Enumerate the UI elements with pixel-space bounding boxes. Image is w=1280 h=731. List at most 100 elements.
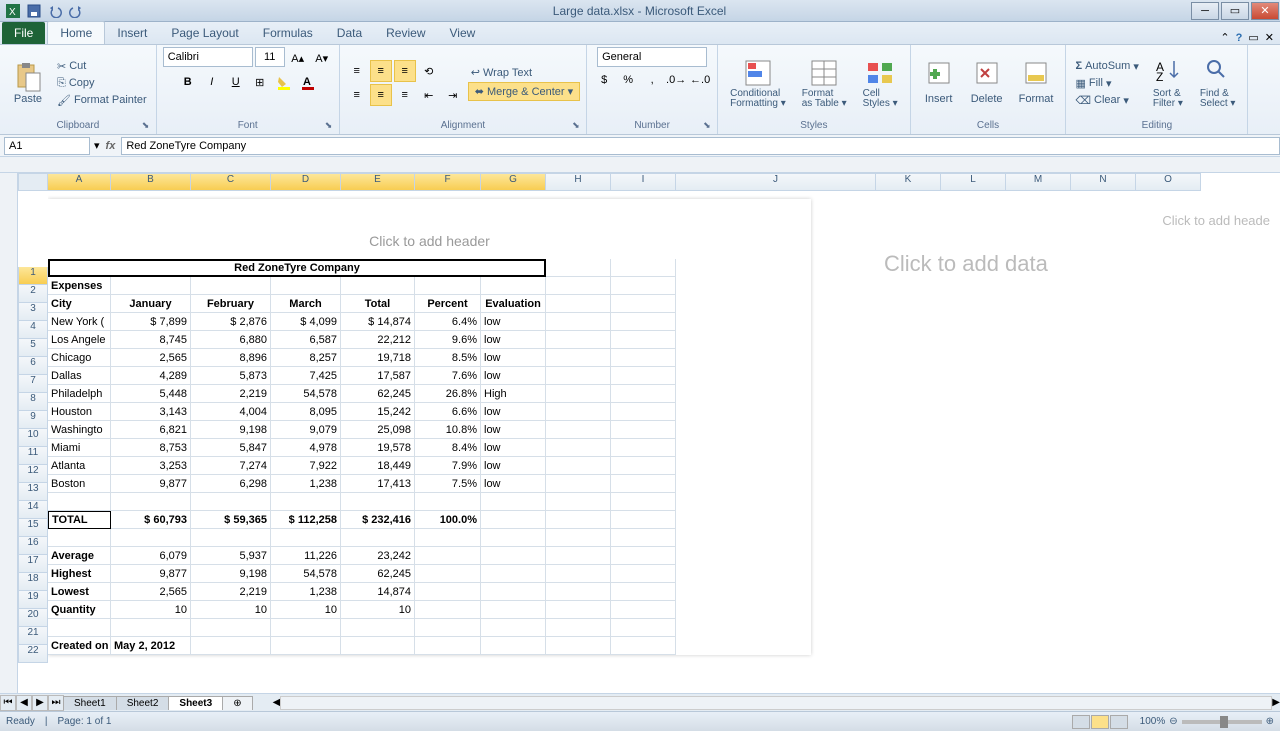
format-as-table-button[interactable]: Formatas Table ▾	[796, 55, 853, 111]
cell[interactable]	[546, 439, 611, 457]
cell[interactable]	[191, 637, 271, 655]
row-header-3[interactable]: 3	[18, 303, 48, 321]
increase-font-icon[interactable]: A▴	[287, 47, 309, 69]
cell[interactable]	[481, 493, 546, 511]
name-box[interactable]	[4, 137, 90, 155]
cell[interactable]: 8,257	[271, 349, 341, 367]
italic-button[interactable]: I	[201, 71, 223, 93]
cell[interactable]	[271, 619, 341, 637]
cell[interactable]: 6,587	[271, 331, 341, 349]
cell[interactable]: Atlanta	[48, 457, 111, 475]
cell[interactable]	[611, 457, 676, 475]
cell[interactable]: City	[48, 295, 111, 313]
sheet-tab-3[interactable]: Sheet3	[168, 696, 223, 710]
cell[interactable]: 3,253	[111, 457, 191, 475]
cell[interactable]: Philadelph	[48, 385, 111, 403]
cell[interactable]	[546, 277, 611, 295]
cell[interactable]	[341, 637, 415, 655]
cell[interactable]	[111, 493, 191, 511]
cell[interactable]: TOTAL	[48, 511, 111, 529]
cell[interactable]	[546, 511, 611, 529]
redo-icon[interactable]	[67, 2, 85, 20]
row-header-12[interactable]: 12	[18, 465, 48, 483]
cell[interactable]: 9,079	[271, 421, 341, 439]
cell[interactable]: 7.5%	[415, 475, 481, 493]
cell[interactable]	[271, 637, 341, 655]
fx-icon[interactable]: fx	[100, 140, 122, 152]
cell[interactable]: 7.6%	[415, 367, 481, 385]
cell[interactable]: 5,937	[191, 547, 271, 565]
cell[interactable]: 15,242	[341, 403, 415, 421]
row-header-5[interactable]: 5	[18, 339, 48, 357]
cell[interactable]	[481, 637, 546, 655]
cell[interactable]: Washingto	[48, 421, 111, 439]
cell[interactable]	[611, 367, 676, 385]
restore-window-icon[interactable]: ▭	[1248, 31, 1258, 44]
format-cells-button[interactable]: Format	[1013, 59, 1060, 107]
number-format-select[interactable]	[597, 47, 707, 67]
cell[interactable]: 5,847	[191, 439, 271, 457]
cell[interactable]	[481, 619, 546, 637]
cell[interactable]: 9,877	[111, 475, 191, 493]
cell[interactable]: Percent	[415, 295, 481, 313]
cell[interactable]: $ 4,099	[271, 313, 341, 331]
file-tab[interactable]: File	[2, 22, 45, 44]
cell[interactable]	[48, 529, 111, 547]
cell[interactable]: Houston	[48, 403, 111, 421]
formula-input[interactable]	[121, 137, 1280, 155]
row-header-8[interactable]: 8	[18, 393, 48, 411]
tab-view[interactable]: View	[438, 22, 488, 44]
zoom-out-button[interactable]: ⊖	[1169, 716, 1177, 727]
col-header-h[interactable]: H	[546, 173, 611, 191]
cell[interactable]: 17,413	[341, 475, 415, 493]
minimize-button[interactable]: ─	[1191, 2, 1219, 20]
minimize-ribbon-icon[interactable]: ⌃	[1220, 31, 1229, 44]
cell[interactable]: 8,753	[111, 439, 191, 457]
zoom-slider[interactable]	[1182, 720, 1262, 724]
cell[interactable]	[271, 529, 341, 547]
maximize-button[interactable]: ▭	[1221, 2, 1249, 20]
cell[interactable]	[481, 601, 546, 619]
prev-sheet-button[interactable]: ◀	[16, 695, 32, 711]
normal-view-button[interactable]	[1072, 715, 1090, 729]
cell[interactable]	[546, 295, 611, 313]
cell[interactable]	[546, 475, 611, 493]
copy-button[interactable]: ⎘Copy	[54, 76, 150, 91]
cell[interactable]: 6.4%	[415, 313, 481, 331]
cell[interactable]	[546, 367, 611, 385]
cell[interactable]	[611, 529, 676, 547]
cell[interactable]: Expenses	[48, 277, 111, 295]
cell[interactable]: 10	[271, 601, 341, 619]
cell[interactable]	[611, 385, 676, 403]
cell[interactable]: 9,877	[111, 565, 191, 583]
sort-filter-button[interactable]: AZSort &Filter ▾	[1146, 55, 1190, 111]
cut-button[interactable]: ✂Cut	[54, 59, 150, 74]
cell[interactable]: 1,238	[271, 583, 341, 601]
cell[interactable]	[611, 547, 676, 565]
side-data-placeholder[interactable]: Click to add data	[884, 251, 1048, 277]
cell-styles-button[interactable]: CellStyles ▾	[857, 55, 904, 111]
cell[interactable]	[481, 547, 546, 565]
select-all-corner[interactable]	[18, 173, 48, 191]
cell[interactable]	[611, 331, 676, 349]
row-header-19[interactable]: 19	[18, 591, 48, 609]
row-header-18[interactable]: 18	[18, 573, 48, 591]
tab-review[interactable]: Review	[374, 22, 437, 44]
cell[interactable]: 8.4%	[415, 439, 481, 457]
cell[interactable]	[341, 493, 415, 511]
cell[interactable]: 8,745	[111, 331, 191, 349]
row-header-15[interactable]: 15	[18, 519, 48, 537]
cell[interactable]	[48, 619, 111, 637]
alignment-launcher[interactable]: ⬊	[572, 120, 584, 132]
cell[interactable]	[546, 583, 611, 601]
cell[interactable]	[415, 583, 481, 601]
cell[interactable]	[546, 331, 611, 349]
cell[interactable]: Total	[341, 295, 415, 313]
font-launcher[interactable]: ⬊	[325, 120, 337, 132]
cell[interactable]: 26.8%	[415, 385, 481, 403]
cell[interactable]: $ 2,876	[191, 313, 271, 331]
title-cell[interactable]: Red ZoneTyre Company	[48, 259, 546, 277]
col-header-g[interactable]: G	[481, 173, 546, 191]
cell[interactable]: 7.9%	[415, 457, 481, 475]
underline-button[interactable]: U	[225, 71, 247, 93]
